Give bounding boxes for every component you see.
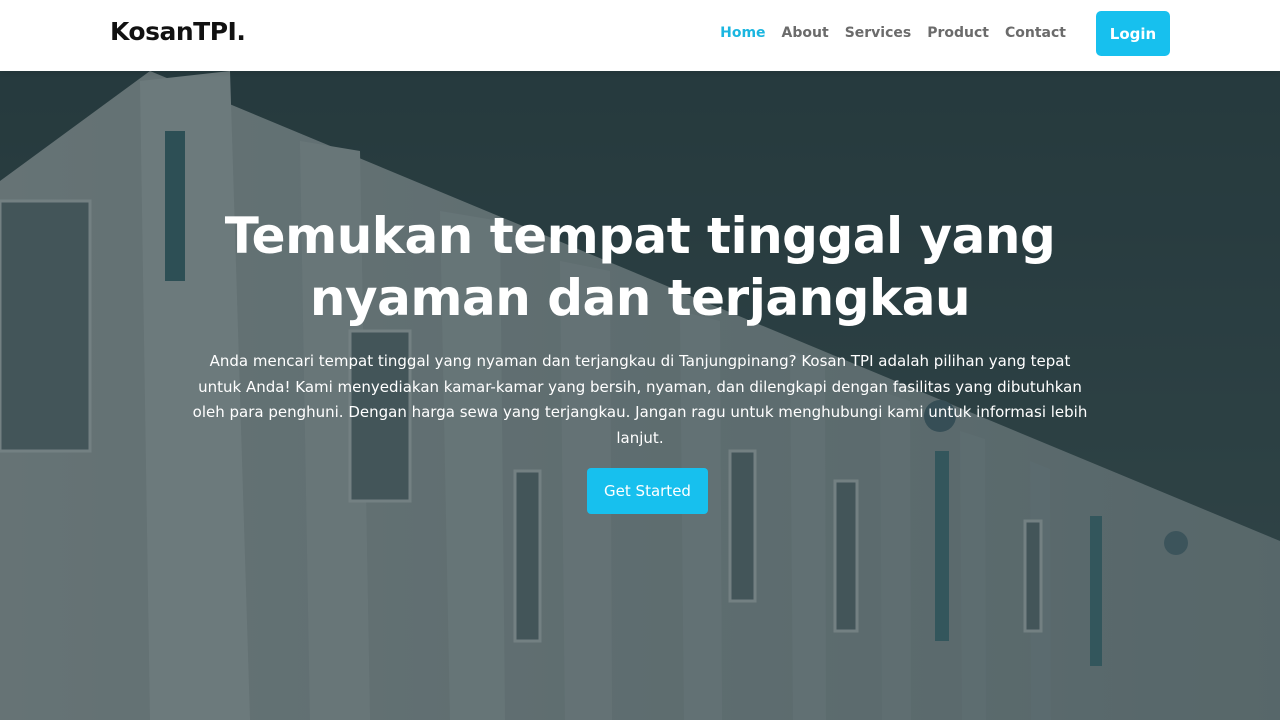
nav-menu: Home About Services Product Contact — [712, 24, 1074, 42]
nav-item-home[interactable]: Home — [712, 24, 773, 42]
hero-title: Temukan tempat tinggal yang nyaman dan t… — [224, 207, 1056, 327]
nav-item-services[interactable]: Services — [837, 24, 920, 42]
get-started-button[interactable]: Get Started — [587, 468, 708, 514]
nav-item-product[interactable]: Product — [919, 24, 997, 42]
nav-item-about[interactable]: About — [774, 24, 837, 42]
login-button[interactable]: Login — [1096, 11, 1170, 56]
navbar: KosanTPI. Home About Services Product Co… — [0, 0, 1280, 71]
hero-section: Temukan tempat tinggal yang nyaman dan t… — [0, 71, 1280, 720]
hero-description: Anda mencari tempat tinggal yang nyaman … — [192, 352, 1088, 447]
nav-item-contact[interactable]: Contact — [997, 24, 1074, 42]
hero-content: Temukan tempat tinggal yang nyaman dan t… — [0, 71, 1280, 720]
brand-logo[interactable]: KosanTPI. — [110, 17, 246, 46]
